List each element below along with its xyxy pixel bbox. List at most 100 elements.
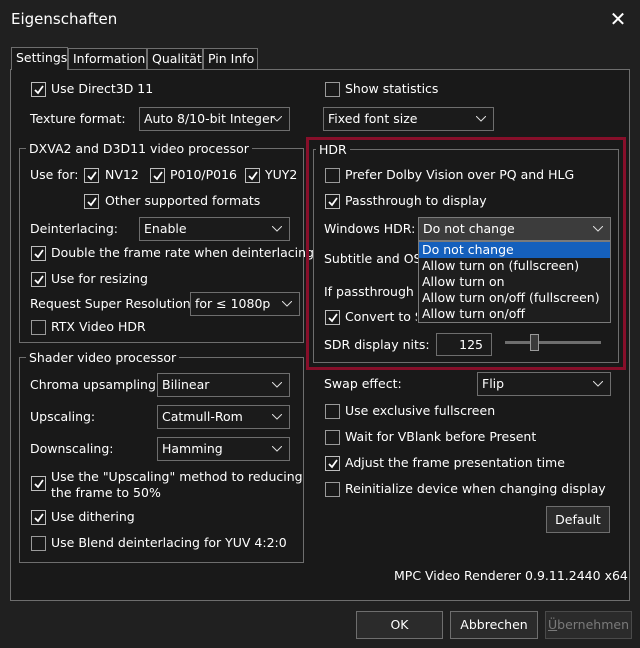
default-button[interactable]: Default (546, 506, 610, 533)
convert-to-sdr-label: Convert to SDR (345, 309, 417, 324)
super-resolution-select[interactable]: for ≤ 1080p (190, 292, 300, 316)
chroma-select[interactable]: Bilinear (157, 373, 290, 397)
passthrough-checkbox[interactable] (325, 194, 340, 209)
convert-to-sdr-checkbox[interactable] (325, 310, 340, 325)
upscaling-select[interactable]: Catmull-Rom (157, 405, 290, 429)
upscaling-label: Upscaling: (30, 409, 96, 424)
tab-pin-info[interactable]: Pin Info (203, 48, 258, 69)
apply-button[interactable]: Übernehmen (545, 611, 632, 639)
use-for-resizing-label: Use for resizing (51, 271, 148, 286)
super-resolution-value: for ≤ 1080p (195, 296, 271, 311)
texture-format-label: Texture format: (30, 111, 126, 126)
windows-hdr-option[interactable]: Allow turn on (419, 274, 610, 290)
upscaling-method-label-line1: Use the "Upscaling" method to reducing (51, 469, 303, 484)
downscaling-label: Downscaling: (30, 441, 114, 456)
version-label: MPC Video Renderer 0.9.11.2440 x64 (394, 568, 628, 583)
tab-settings[interactable]: Settings (11, 47, 68, 70)
chevron-down-icon (282, 301, 292, 307)
sdr-nits-input[interactable]: 125 (436, 333, 492, 356)
windows-hdr-dropdown: Do not change Allow turn on (fullscreen)… (418, 241, 611, 323)
windows-hdr-option[interactable]: Allow turn on/off (fullscreen) (419, 290, 610, 306)
nv12-checkbox[interactable] (84, 168, 99, 183)
chevron-down-icon (476, 116, 486, 122)
deinterlacing-label: Deinterlacing: (30, 221, 118, 236)
rtx-hdr-checkbox[interactable] (31, 320, 46, 335)
tab-qualitaet[interactable]: Qualität (147, 48, 203, 69)
chevron-down-icon (593, 381, 603, 387)
downscaling-select[interactable]: Hamming (157, 437, 290, 461)
shader-group-title: Shader video processor (26, 350, 180, 365)
exclusive-fullscreen-label: Use exclusive fullscreen (345, 403, 496, 418)
windows-hdr-option[interactable]: Allow turn on/off (419, 306, 610, 322)
show-statistics-checkbox[interactable] (325, 82, 340, 97)
blend-deint-checkbox[interactable] (31, 536, 46, 551)
chevron-down-icon (272, 116, 282, 122)
yuy2-label: YUY2 (265, 167, 298, 182)
upscaling-value: Catmull-Rom (162, 409, 243, 424)
prefer-dolby-checkbox[interactable] (325, 168, 340, 183)
prefer-dolby-label: Prefer Dolby Vision over PQ and HLG (345, 167, 575, 182)
nv12-label: NV12 (105, 167, 139, 182)
chroma-value: Bilinear (162, 377, 210, 392)
double-frame-rate-label: Double the frame rate when deinterlacing (51, 245, 314, 260)
exclusive-fullscreen-checkbox[interactable] (325, 404, 340, 419)
use-for-label: Use for: (30, 167, 79, 182)
windows-hdr-option[interactable]: Do not change (419, 242, 610, 258)
deinterlacing-value: Enable (144, 221, 187, 236)
tab-information[interactable]: Information (68, 48, 147, 69)
yuy2-checkbox[interactable] (245, 168, 260, 183)
windows-hdr-value: Do not change (423, 221, 515, 236)
dithering-checkbox[interactable] (31, 510, 46, 525)
wait-vblank-label: Wait for VBlank before Present (345, 429, 537, 444)
chevron-down-icon (272, 226, 282, 232)
swap-effect-label: Swap effect: (324, 376, 402, 391)
font-size-select[interactable]: Fixed font size (323, 107, 494, 131)
chevron-down-icon (593, 226, 603, 232)
upscaling-method-checkbox[interactable] (31, 476, 46, 491)
sdr-nits-slider-thumb[interactable] (529, 334, 539, 351)
windows-hdr-option[interactable]: Allow turn on (fullscreen) (419, 258, 610, 274)
super-resolution-label: Request Super Resolution: (30, 296, 195, 311)
adjust-frame-time-label: Adjust the frame presentation time (345, 455, 565, 470)
apply-accesskey: Ü (547, 617, 558, 632)
window-title: Eigenschaften (11, 10, 118, 28)
font-size-value: Fixed font size (328, 111, 418, 126)
close-icon[interactable]: ✕ (606, 8, 630, 32)
texture-format-value: Auto 8/10-bit Integer (144, 111, 275, 126)
use-d3d11-checkbox[interactable] (31, 82, 46, 97)
cancel-button[interactable]: Abbrechen (450, 611, 538, 639)
sdr-nits-label: SDR display nits: (324, 337, 430, 352)
deinterlacing-select[interactable]: Enable (139, 217, 290, 241)
reinit-device-checkbox[interactable] (325, 482, 340, 497)
apply-label-rest: bernehmen (557, 617, 630, 632)
downscaling-value: Hamming (162, 441, 223, 456)
subtitle-osd-label: Subtitle and OSD (324, 251, 432, 266)
other-formats-checkbox[interactable] (84, 194, 99, 209)
passthrough-label: Passthrough to display (345, 193, 487, 208)
windows-hdr-select[interactable]: Do not change (418, 217, 611, 241)
upscaling-method-label-line2: the frame to 50% (51, 485, 161, 500)
p010-label: P010/P016 (170, 167, 238, 182)
sdr-nits-slider-track[interactable] (505, 341, 601, 344)
texture-format-select[interactable]: Auto 8/10-bit Integer (139, 107, 290, 131)
chevron-down-icon (272, 382, 282, 388)
windows-hdr-label: Windows HDR: (324, 221, 416, 236)
wait-vblank-checkbox[interactable] (325, 430, 340, 445)
other-formats-label: Other supported formats (105, 193, 261, 208)
swap-effect-value: Flip (482, 376, 505, 391)
use-d3d11-label: Use Direct3D 11 (51, 81, 154, 96)
chevron-down-icon (272, 414, 282, 420)
dxva-group-title: DXVA2 and D3D11 video processor (26, 141, 252, 156)
swap-effect-select[interactable]: Flip (477, 372, 611, 396)
ok-button[interactable]: OK (356, 611, 443, 639)
use-for-resizing-checkbox[interactable] (31, 272, 46, 287)
chroma-label: Chroma upsampling: (30, 377, 161, 392)
dithering-label: Use dithering (51, 509, 135, 524)
if-passthrough-label: If passthrough is (324, 284, 428, 299)
show-statistics-label: Show statistics (345, 81, 439, 96)
p010-checkbox[interactable] (150, 168, 165, 183)
hdr-group-title: HDR (316, 142, 350, 157)
double-frame-rate-checkbox[interactable] (31, 246, 46, 261)
reinit-device-label: Reinitialize device when changing displa… (345, 481, 606, 496)
adjust-frame-time-checkbox[interactable] (325, 456, 340, 471)
